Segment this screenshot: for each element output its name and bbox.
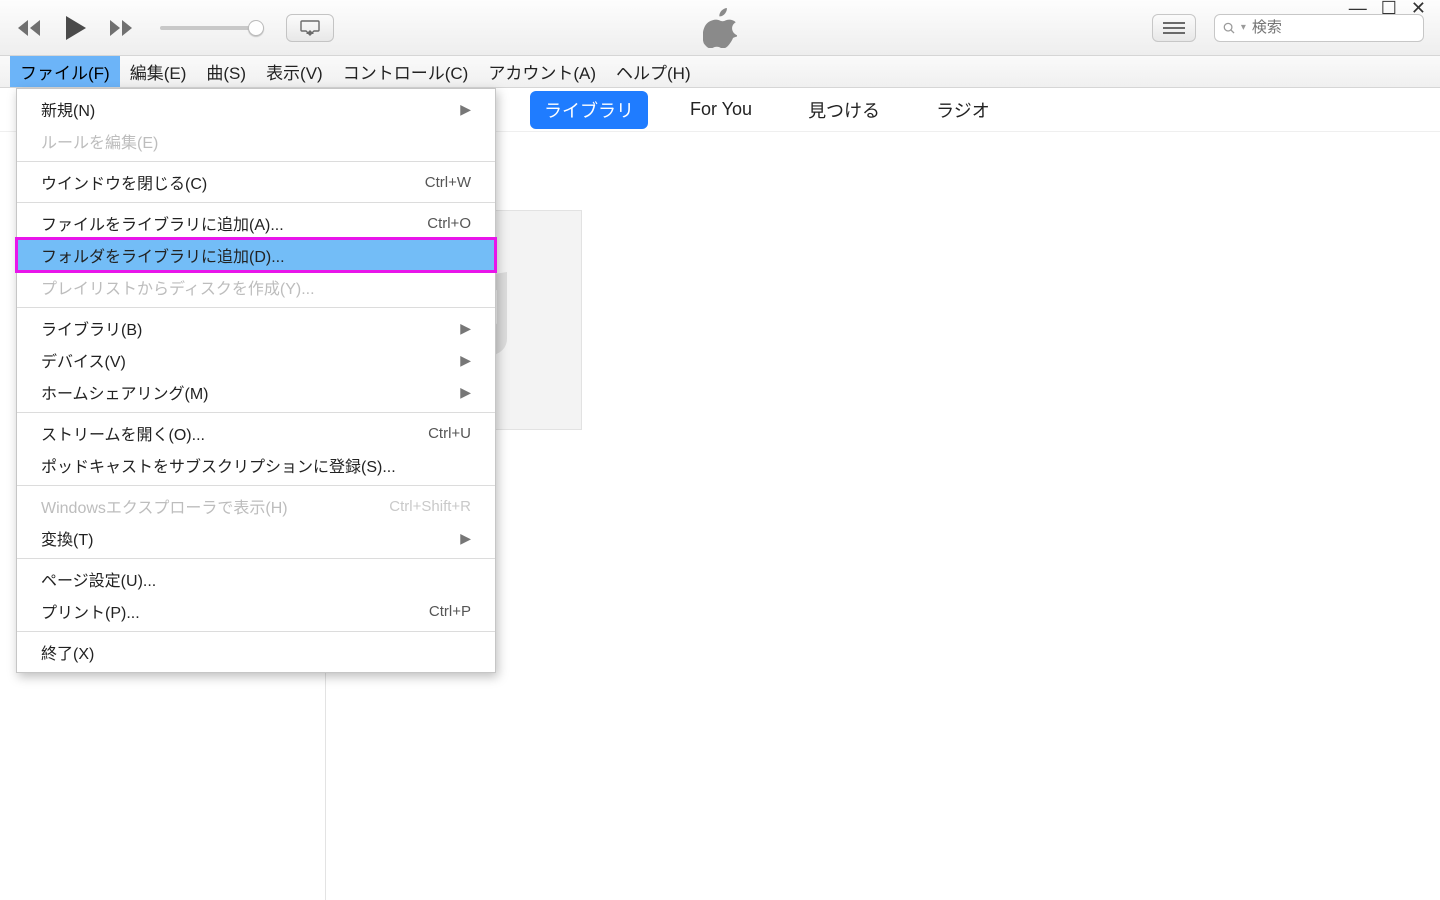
menu-item: プレイリストからディスクを作成(Y)... — [17, 271, 495, 303]
tab-library[interactable]: ライブラリ — [530, 91, 648, 129]
search-input[interactable] — [1252, 19, 1415, 36]
menu-separator — [17, 161, 495, 162]
menu-item: Windowsエクスプローラで表示(H) Ctrl+Shift+R — [17, 490, 495, 522]
chevron-right-icon: ▶ — [460, 530, 471, 547]
player-bar: — ☐ ✕ ▾ — [0, 0, 1440, 56]
play-button[interactable] — [64, 15, 88, 41]
menu-item-shortcut: Ctrl+W — [425, 174, 471, 191]
menu-item-label: ウインドウを閉じる(C) — [41, 170, 207, 194]
menu-item-label: フォルダをライブラリに追加(D)... — [41, 243, 285, 267]
tab-browse[interactable]: 見つける — [794, 91, 894, 129]
menu-account[interactable]: アカウント(A) — [478, 56, 606, 87]
close-button[interactable]: ✕ — [1411, 0, 1426, 19]
menu-item: ルールを編集(E) — [17, 125, 495, 157]
menu-item[interactable]: ファイルをライブラリに追加(A)... Ctrl+O — [17, 207, 495, 239]
up-next-button[interactable] — [1152, 14, 1196, 42]
menu-separator — [17, 631, 495, 632]
volume-knob[interactable] — [248, 20, 264, 36]
menu-bar: ファイル(F) 編集(E) 曲(S) 表示(V) コントロール(C) アカウント… — [0, 56, 1440, 88]
tab-for-you[interactable]: For You — [676, 93, 766, 126]
menu-item-label: ファイルをライブラリに追加(A)... — [41, 211, 284, 235]
menu-separator — [17, 558, 495, 559]
window-controls: — ☐ ✕ — [1349, 0, 1426, 19]
chevron-right-icon: ▶ — [460, 101, 471, 118]
menu-separator — [17, 485, 495, 486]
menu-item[interactable]: ウインドウを閉じる(C) Ctrl+W — [17, 166, 495, 198]
tab-radio[interactable]: ラジオ — [922, 91, 1004, 129]
playback-controls — [16, 14, 334, 42]
menu-item[interactable]: デバイス(V) ▶ — [17, 344, 495, 376]
menu-item-label: ライブラリ(B) — [41, 316, 142, 340]
menu-item[interactable]: ストリームを開く(O)... Ctrl+U — [17, 417, 495, 449]
file-menu-dropdown: 新規(N) ▶ ルールを編集(E) ウインドウを閉じる(C) Ctrl+W ファイルをライ… — [16, 88, 496, 673]
menu-help[interactable]: ヘルプ(H) — [606, 56, 701, 87]
menu-item-label: ストリームを開く(O)... — [41, 421, 205, 445]
menu-item[interactable]: ポッドキャストをサブスクリプションに登録(S)... — [17, 449, 495, 481]
menu-item-label: デバイス(V) — [41, 348, 126, 372]
menu-separator — [17, 307, 495, 308]
menu-item[interactable]: 新規(N) ▶ — [17, 93, 495, 125]
apple-logo-icon — [703, 8, 737, 48]
menu-item-label: 終了(X) — [41, 640, 94, 664]
menu-item-label: 変換(T) — [41, 526, 93, 550]
chevron-right-icon: ▶ — [460, 320, 471, 337]
chevron-right-icon: ▶ — [460, 384, 471, 401]
menu-item-label: ルールを編集(E) — [41, 129, 158, 153]
menu-item-shortcut: Ctrl+U — [428, 425, 471, 442]
menu-controls[interactable]: コントロール(C) — [333, 56, 479, 87]
previous-track-button[interactable] — [16, 18, 44, 38]
menu-item-shortcut: Ctrl+Shift+R — [389, 498, 471, 515]
menu-item-label: 新規(N) — [41, 97, 95, 121]
search-icon — [1223, 21, 1235, 35]
menu-item-shortcut: Ctrl+P — [429, 603, 471, 620]
menu-item-label: プレイリストからディスクを作成(Y)... — [41, 275, 315, 299]
menu-item-label: Windowsエクスプローラで表示(H) — [41, 494, 288, 518]
menu-separator — [17, 412, 495, 413]
menu-edit[interactable]: 編集(E) — [120, 56, 197, 87]
search-chevron-icon: ▾ — [1241, 22, 1246, 33]
maximize-button[interactable]: ☐ — [1381, 0, 1397, 19]
airplay-button[interactable] — [286, 14, 334, 42]
menu-item[interactable]: ページ設定(U)... — [17, 563, 495, 595]
menu-item-label: ホームシェアリング(M) — [41, 380, 209, 404]
menu-item-label: ページ設定(U)... — [41, 567, 156, 591]
menu-item-label: ポッドキャストをサブスクリプションに登録(S)... — [41, 453, 396, 477]
menu-item[interactable]: 終了(X) — [17, 636, 495, 668]
next-track-button[interactable] — [108, 18, 136, 38]
menu-item[interactable]: ライブラリ(B) ▶ — [17, 312, 495, 344]
minimize-button[interactable]: — — [1349, 0, 1367, 19]
menu-view[interactable]: 表示(V) — [256, 56, 333, 87]
volume-slider[interactable] — [160, 26, 256, 30]
menu-item[interactable]: ホームシェアリング(M) ▶ — [17, 376, 495, 408]
menu-file[interactable]: ファイル(F) — [10, 56, 120, 87]
chevron-right-icon: ▶ — [460, 352, 471, 369]
menu-item[interactable]: フォルダをライブラリに追加(D)... — [17, 239, 495, 271]
menu-song[interactable]: 曲(S) — [196, 56, 256, 87]
menu-separator — [17, 202, 495, 203]
menu-item-shortcut: Ctrl+O — [427, 215, 471, 232]
menu-item[interactable]: 変換(T) ▶ — [17, 522, 495, 554]
menu-item-label: プリント(P)... — [41, 599, 140, 623]
menu-item[interactable]: プリント(P)... Ctrl+P — [17, 595, 495, 627]
